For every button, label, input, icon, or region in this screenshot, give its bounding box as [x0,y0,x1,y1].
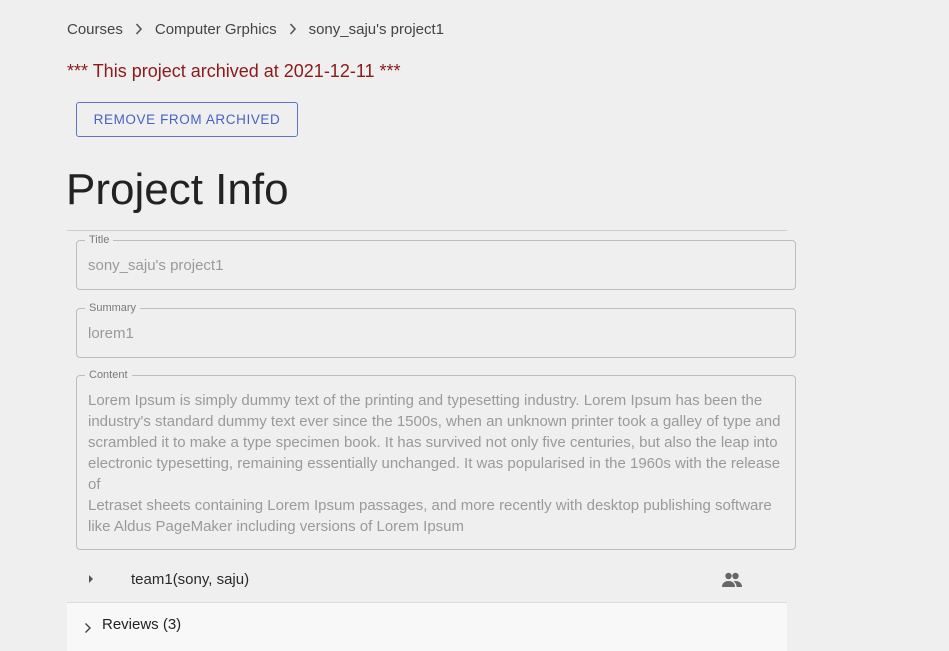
summary-field-value: lorem1 [88,325,134,342]
chevron-right-icon [83,621,93,633]
summary-field-label: Summary [85,302,141,315]
remove-from-archived-button[interactable]: REMOVE FROM ARCHIVED [76,102,298,137]
team-row[interactable]: team1(sony, saju) [67,560,787,600]
content-field[interactable]: Content Lorem Ipsum is simply dummy text… [76,369,796,550]
chevron-right-icon [277,23,309,35]
reviews-section[interactable]: Reviews (3) [67,602,787,651]
title-field-value: sony_saju's project1 [88,257,224,274]
content-line: Letraset sheets containing Lorem Ipsum p… [88,497,772,514]
breadcrumb-courses[interactable]: Courses [67,21,123,38]
divider [67,230,787,231]
reviews-label: Reviews (3) [102,616,182,633]
content-line: like Aldus PageMaker including versions … [88,518,465,535]
group-icon [722,572,742,588]
content-line: industry's standard dummy text ever sinc… [88,413,781,430]
page: Courses Computer Grphics sony_saju's pro… [0,0,949,651]
content-line: Lorem Ipsum is simply dummy text of the … [88,392,763,409]
content-line: scrambled it to make a type specimen boo… [88,434,778,451]
summary-field[interactable]: Summary lorem1 [76,302,796,358]
breadcrumb: Courses Computer Grphics sony_saju's pro… [67,19,444,39]
content-field-label: Content [85,369,132,382]
content-field-value: Lorem Ipsum is simply dummy text of the … [88,390,784,537]
breadcrumb-course[interactable]: Computer Grphics [155,21,277,38]
title-field-label: Title [85,234,114,247]
chevron-right-icon [123,23,155,35]
breadcrumb-project: sony_saju's project1 [308,20,445,38]
content-line: electronic typesetting, remaining essent… [88,455,781,493]
title-field[interactable]: Title sony_saju's project1 [76,234,796,290]
page-title: Project Info [66,165,289,214]
caret-right-icon[interactable] [89,575,93,583]
team-name: team1(sony, saju) [131,571,250,588]
archived-notice: *** This project archived at 2021-12-11 … [67,61,401,81]
